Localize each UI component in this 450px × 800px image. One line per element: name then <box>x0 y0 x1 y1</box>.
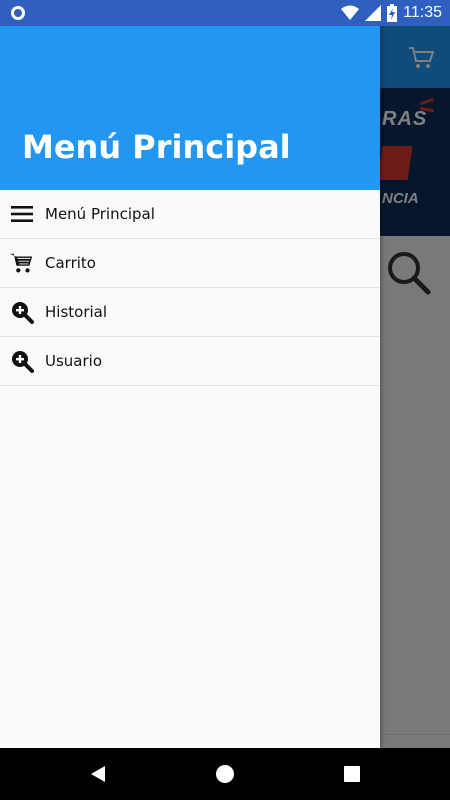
clock: 11:35 <box>403 4 442 21</box>
home-icon[interactable] <box>215 764 235 784</box>
drawer-header: Menú Principal <box>0 0 380 190</box>
drawer-title: Menú Principal <box>22 128 291 166</box>
menu-item-label: Carrito <box>45 254 96 272</box>
menu-item-historial[interactable]: Historial <box>0 288 380 337</box>
hamburger-menu-icon <box>10 202 34 226</box>
recents-icon[interactable] <box>342 764 362 784</box>
menu-item-usuario[interactable]: Usuario <box>0 337 380 386</box>
status-bar: 11:35 <box>0 0 450 26</box>
menu-item-label: Historial <box>45 303 108 321</box>
notification-circle-icon <box>11 6 25 20</box>
menu-item-label: Menú Principal <box>45 205 155 223</box>
menu-item-menu-principal[interactable]: Menú Principal <box>0 190 380 239</box>
shopping-cart-icon <box>10 251 34 275</box>
system-nav-bar <box>0 748 450 800</box>
back-icon[interactable] <box>88 764 108 784</box>
wifi-icon <box>341 5 360 20</box>
menu-item-carrito[interactable]: Carrito <box>0 239 380 288</box>
menu-item-label: Usuario <box>45 352 103 370</box>
signal-icon <box>365 5 382 21</box>
zoom-in-icon <box>10 300 34 324</box>
zoom-in-icon <box>10 349 34 373</box>
battery-charging-icon <box>387 4 398 22</box>
navigation-drawer: Menú Principal Menú Principal Carrito Hi… <box>0 0 380 748</box>
drawer-menu: Menú Principal Carrito Historial Usuario <box>0 190 380 386</box>
